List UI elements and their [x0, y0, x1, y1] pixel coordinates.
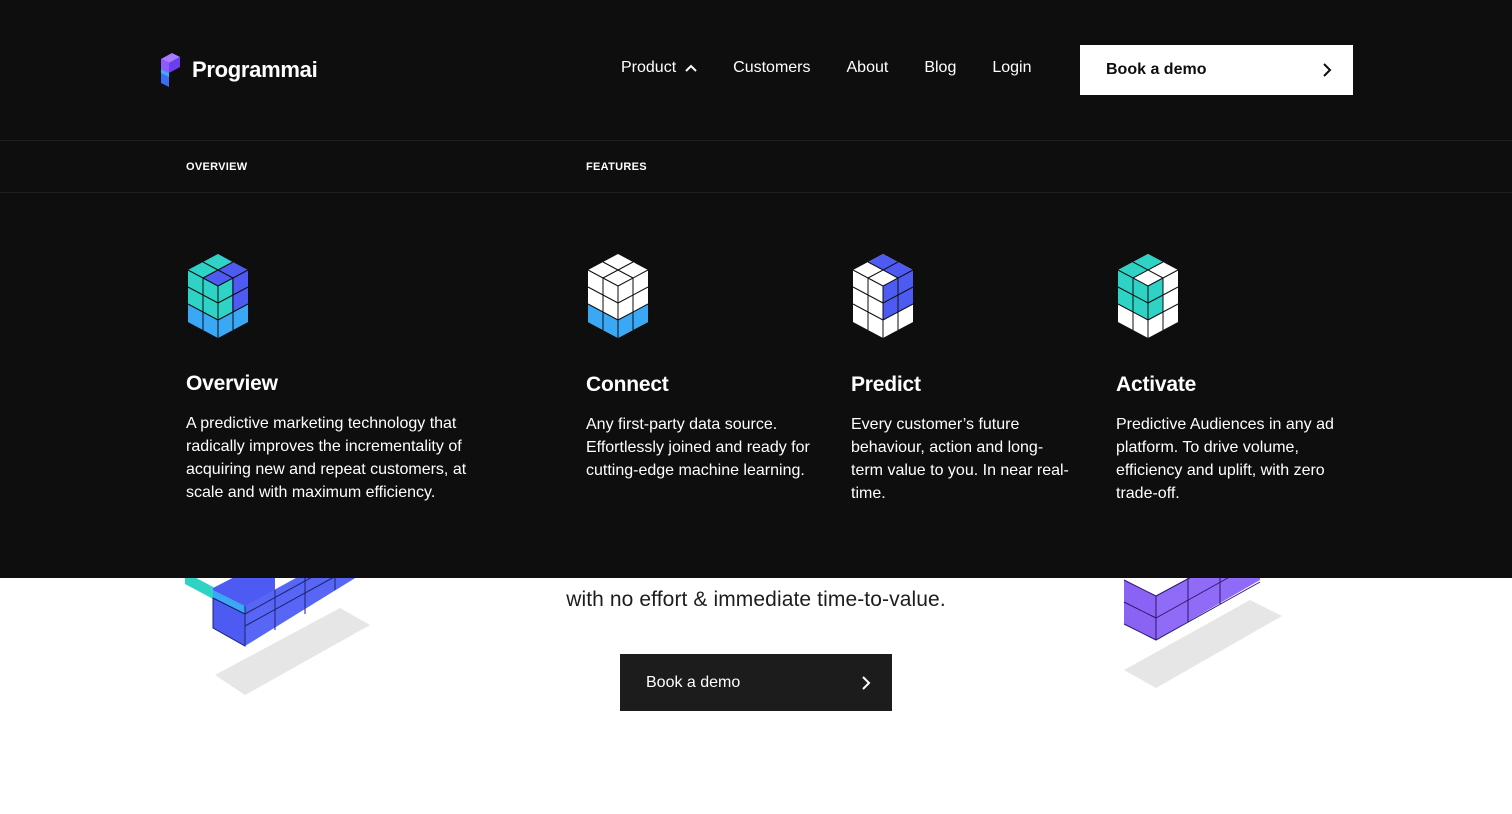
brand-name: Programmai [192, 56, 318, 82]
logo-mark-icon [161, 53, 180, 87]
card-desc-overview: A predictive marketing technology that r… [186, 415, 467, 501]
nav-login[interactable]: Login [992, 59, 1031, 77]
nav-blog[interactable]: Blog [924, 59, 956, 77]
page: with no effort & immediate time-to-value… [0, 0, 1512, 814]
top-navigation-bar: Programmai Product Customers About Blog … [0, 0, 1512, 140]
card-desc-connect: Any first-party data source. Effortlessl… [586, 416, 810, 479]
nav-customers[interactable]: Customers [733, 59, 810, 77]
menu-card-activate[interactable]: Activate Predictive Audiences in any ad … [1116, 248, 1336, 505]
chevron-right-icon [1323, 63, 1332, 77]
card-title-activate: Activate [1116, 373, 1197, 396]
chevron-right-icon [862, 675, 871, 690]
hero-book-demo-button[interactable]: Book a demo [620, 654, 892, 711]
nav-product[interactable]: Product [621, 59, 697, 77]
card-desc-activate: Predictive Audiences in any ad platform.… [1116, 416, 1334, 502]
overview-cube-icon [187, 254, 249, 338]
card-desc-predict: Every customer’s future behaviour, actio… [851, 416, 1069, 502]
menu-card-overview[interactable]: Overview A predictive marketing technolo… [186, 248, 496, 504]
divider [0, 192, 1512, 193]
connect-cube-icon [587, 254, 649, 338]
menu-card-predict[interactable]: Predict Every customer’s future behaviou… [851, 248, 1071, 505]
logo[interactable]: Programmai [158, 51, 318, 88]
chevron-up-icon [685, 64, 697, 72]
section-label-overview: OVERVIEW [186, 161, 248, 173]
book-demo-button[interactable]: Book a demo [1080, 45, 1353, 95]
section-label-features: FEATURES [586, 161, 647, 173]
card-title-predict: Predict [851, 373, 921, 396]
book-demo-label: Book a demo [1106, 61, 1207, 78]
menu-card-connect[interactable]: Connect Any first-party data source. Eff… [586, 248, 816, 482]
card-title-overview: Overview [186, 372, 278, 395]
card-title-connect: Connect [586, 373, 669, 396]
hero-subtitle: with no effort & immediate time-to-value… [566, 588, 946, 611]
nav-product-label: Product [621, 59, 677, 76]
nav-about[interactable]: About [847, 59, 889, 77]
divider [0, 140, 1512, 141]
activate-cube-icon [1117, 254, 1179, 338]
main-nav: Product Customers About Blog Login [621, 59, 1032, 77]
hero-book-demo-label: Book a demo [646, 673, 741, 691]
predict-cube-icon [852, 254, 914, 338]
product-mega-menu: Programmai Product Customers About Blog … [0, 0, 1512, 578]
